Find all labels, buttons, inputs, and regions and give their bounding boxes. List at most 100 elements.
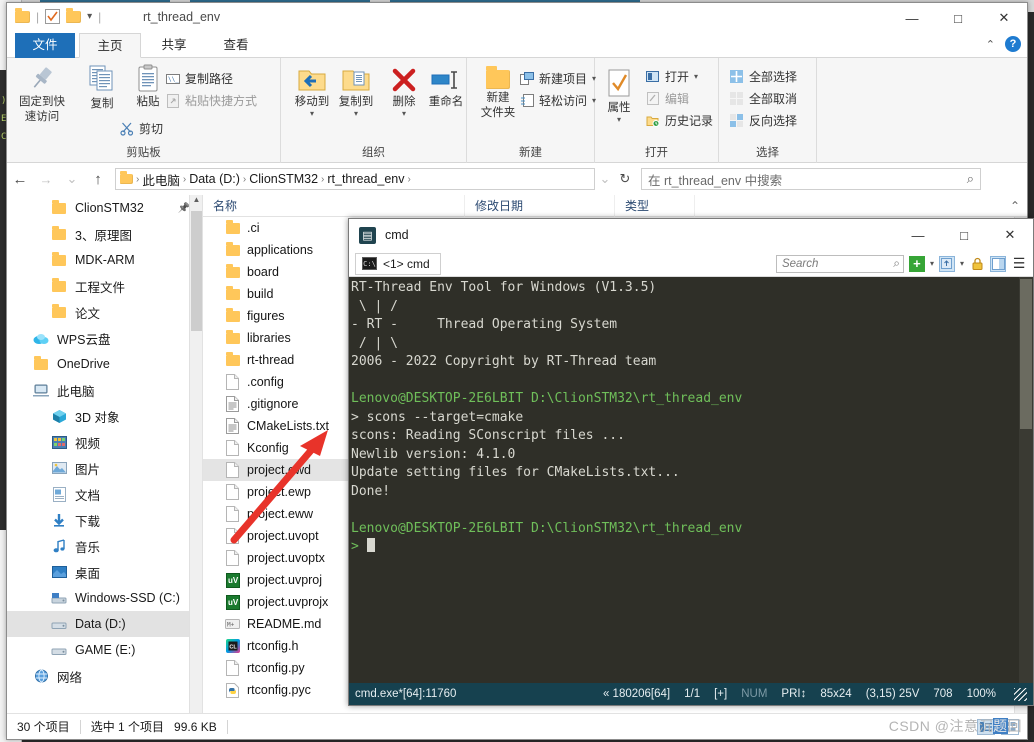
- selected-size: 99.6 KB: [174, 719, 217, 734]
- sidebar-item[interactable]: 音乐: [7, 533, 202, 559]
- cmd-tab-1[interactable]: C:\ <1> cmd: [355, 252, 441, 275]
- cmd-search-placeholder: Search: [781, 257, 819, 270]
- edit-button[interactable]: 编辑: [645, 90, 689, 107]
- cmd-resize-grip[interactable]: [1014, 687, 1027, 701]
- breadcrumb[interactable]: › 此电脑 › Data (D:) › ClionSTM32 › rt_thre…: [115, 168, 595, 190]
- recent-locations-button[interactable]: ⌄: [59, 171, 85, 187]
- sidebar-item[interactable]: 文档: [7, 481, 202, 507]
- new-item-button[interactable]: 新建项目 ▾: [519, 70, 596, 87]
- help-icon[interactable]: ?: [1005, 36, 1021, 52]
- terminal-output[interactable]: RT-Thread Env Tool for Windows (V1.3.5) …: [349, 277, 1033, 683]
- cmd-search-input[interactable]: Search ⌕: [775, 254, 904, 273]
- sidebar-item[interactable]: 视频: [7, 429, 202, 455]
- qat-new-folder-icon[interactable]: [66, 7, 82, 23]
- back-button[interactable]: ←: [7, 171, 33, 188]
- breadcrumb-item-2[interactable]: ClionSTM32: [249, 172, 318, 186]
- tab-file[interactable]: 文件: [15, 33, 75, 58]
- sidebar-item[interactable]: 3、原理图: [7, 221, 202, 247]
- cmd-status-size: 85x24: [820, 688, 852, 700]
- close-button[interactable]: ✕: [981, 3, 1027, 33]
- cmd-status-right: « 180206[64] 1/1 [+] NUM PRI↕ 85x24 (3,1…: [603, 687, 1033, 701]
- address-dropdown-icon[interactable]: ⌄: [595, 171, 615, 187]
- qat-customize-chevron-icon[interactable]: ▾: [87, 11, 92, 22]
- sidebar-item[interactable]: MDK-ARM: [7, 247, 202, 273]
- cmd-new-tab-chevron-down-icon[interactable]: ▾: [930, 259, 934, 268]
- open-chevron-down-icon[interactable]: ▾: [694, 72, 698, 81]
- tab-view[interactable]: 查看: [205, 33, 267, 58]
- terminal-scrollbar[interactable]: [1019, 277, 1033, 683]
- cmd-new-tab-button[interactable]: +: [908, 255, 925, 272]
- sidebar-item[interactable]: Data (D:): [7, 611, 202, 637]
- sidebar-item[interactable]: 图片: [7, 455, 202, 481]
- paste-shortcut-label: 粘贴快捷方式: [185, 94, 258, 108]
- open-icon: [645, 69, 660, 84]
- forward-button[interactable]: →: [33, 172, 59, 187]
- sidebar-item[interactable]: Windows-SSD (C:): [7, 585, 202, 611]
- sidebar-item[interactable]: 3D 对象: [7, 403, 202, 429]
- minimize-button[interactable]: —: [889, 3, 935, 33]
- sidebar-item[interactable]: WPS云盘: [7, 325, 202, 351]
- sidebar-item[interactable]: ClionSTM32 📌: [7, 195, 202, 221]
- sidebar-item[interactable]: OneDrive: [7, 351, 202, 377]
- cmd-menu-icon[interactable]: ☰: [1011, 255, 1027, 272]
- invert-selection-button[interactable]: 反向选择: [729, 112, 797, 129]
- history-button[interactable]: 历史记录: [645, 112, 713, 129]
- tab-share[interactable]: 共享: [143, 33, 205, 58]
- search-input[interactable]: 在 rt_thread_env 中搜索 ⌕: [641, 168, 981, 190]
- cmd-maximize-button[interactable]: □: [941, 219, 987, 251]
- maximize-button[interactable]: □: [935, 3, 981, 33]
- properties-button[interactable]: 属性 ▾: [595, 68, 643, 124]
- file-name: .ci: [247, 221, 260, 235]
- file-name: rt-thread: [247, 353, 295, 367]
- breadcrumb-item-1[interactable]: Data (D:): [189, 172, 240, 186]
- sidebar-item[interactable]: 桌面: [7, 559, 202, 585]
- sidebar-item[interactable]: 此电脑: [7, 377, 202, 403]
- file-name: build: [247, 287, 274, 301]
- cmd-minimize-button[interactable]: —: [895, 219, 941, 251]
- column-header-date[interactable]: 修改日期: [465, 194, 615, 217]
- cmd-status-num: NUM: [741, 688, 768, 700]
- breadcrumb-item-3[interactable]: rt_thread_env: [327, 172, 404, 186]
- delete-chevron-down-icon[interactable]: ▾: [375, 109, 433, 118]
- delete-x-icon: [392, 68, 416, 92]
- sidebar-item[interactable]: GAME (E:): [7, 637, 202, 663]
- open-button[interactable]: 打开 ▾: [645, 68, 698, 85]
- sidebar-item[interactable]: 论文: [7, 299, 202, 325]
- select-none-button[interactable]: 全部取消: [729, 90, 797, 107]
- sidebar-item[interactable]: 工程文件: [7, 273, 202, 299]
- select-all-button[interactable]: 全部选择: [729, 68, 797, 85]
- navigation-list: ClionSTM32 📌 3、原理图 MDK-ARM 工程文件论文 WPS云盘 OneDri…: [7, 195, 202, 689]
- tab-home[interactable]: 主页: [79, 33, 141, 58]
- cmd-close-button[interactable]: ✕: [987, 219, 1033, 251]
- column-header-type[interactable]: 类型: [615, 194, 695, 217]
- refresh-icon[interactable]: ↻: [615, 171, 635, 187]
- copy-path-button[interactable]: \\_ 复制路径: [165, 70, 233, 87]
- easy-access-button[interactable]: 轻松访问 ▾: [519, 92, 596, 109]
- column-header-name[interactable]: 名称: [203, 194, 465, 217]
- terminal-scroll-thumb[interactable]: [1020, 279, 1032, 429]
- navigation-scrollbar[interactable]: ▲ ▼: [189, 195, 202, 739]
- cmd-split-button[interactable]: [938, 255, 955, 272]
- properties-chevron-down-icon[interactable]: ▾: [595, 115, 643, 124]
- cmd-split-chevron-down-icon[interactable]: ▾: [960, 259, 964, 268]
- sidebar-item[interactable]: 下载: [7, 507, 202, 533]
- terminal-line: > scons --target=cmake: [351, 409, 524, 425]
- new-item-icon: [519, 71, 534, 86]
- up-button[interactable]: ↑: [85, 171, 111, 188]
- pin-label-line2: 速访问: [24, 111, 60, 123]
- file-name: project.ewd: [247, 463, 311, 477]
- ribbon-collapse-icon[interactable]: ⌃: [986, 38, 995, 51]
- breadcrumb-item-0[interactable]: 此电脑: [142, 170, 180, 189]
- cmd-panel-toggle-button[interactable]: [990, 255, 1006, 272]
- sidebar-item[interactable]: 网络: [7, 663, 202, 689]
- cmd-lock-icon[interactable]: [969, 256, 985, 272]
- pin-to-quick-access-button[interactable]: 固定到快 速访问: [11, 64, 73, 124]
- qat-properties-icon[interactable]: [45, 9, 61, 24]
- select-none-label: 全部取消: [749, 92, 798, 106]
- sidebar-item-label: 论文: [75, 306, 101, 321]
- file-name: libraries: [247, 331, 291, 345]
- nav-scroll-thumb[interactable]: [191, 211, 202, 331]
- nav-scroll-up-icon[interactable]: ▲: [190, 195, 202, 209]
- paste-shortcut-button[interactable]: 粘贴快捷方式: [165, 92, 257, 109]
- cut-button[interactable]: 剪切: [119, 120, 163, 137]
